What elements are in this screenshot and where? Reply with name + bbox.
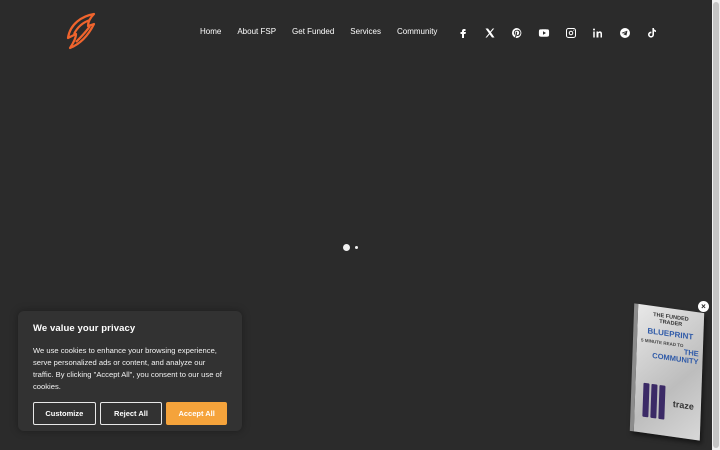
main-nav: Home About FSP Get Funded Services Commu… xyxy=(200,27,453,36)
linkedin-icon[interactable] xyxy=(591,26,604,39)
carousel-dot-active[interactable] xyxy=(343,244,350,251)
nav-services[interactable]: Services xyxy=(350,27,381,36)
logo[interactable] xyxy=(64,12,100,50)
logo-icon xyxy=(66,12,96,50)
cookie-banner: We value your privacy We use cookies to … xyxy=(18,311,242,431)
facebook-icon[interactable] xyxy=(456,26,469,39)
cookie-buttons: Customize Reject All Accept All xyxy=(33,402,228,425)
telegram-icon[interactable] xyxy=(618,26,631,39)
ebook-phones-illustration xyxy=(642,382,666,422)
ebook-popup[interactable]: THE FUNDED TRADER BLUEPRINT 5 MINUTE REA… xyxy=(628,300,712,441)
tiktok-icon[interactable] xyxy=(645,26,658,39)
ebook-cover[interactable]: THE FUNDED TRADER BLUEPRINT 5 MINUTE REA… xyxy=(629,303,705,441)
scrollbar-thumb[interactable] xyxy=(713,2,719,448)
accept-all-button[interactable]: Accept All xyxy=(166,402,228,425)
close-popup-button[interactable]: × xyxy=(698,301,709,312)
x-icon[interactable] xyxy=(483,26,496,39)
youtube-icon[interactable] xyxy=(537,26,550,39)
instagram-icon[interactable] xyxy=(564,26,577,39)
scrollbar[interactable] xyxy=(712,0,720,450)
nav-about-fsp[interactable]: About FSP xyxy=(237,27,276,36)
ebook-brand: traze xyxy=(672,398,695,412)
customize-button[interactable]: Customize xyxy=(33,402,96,425)
social-links xyxy=(456,26,672,39)
carousel-dot[interactable] xyxy=(355,246,358,249)
close-icon: × xyxy=(701,301,706,311)
nav-home[interactable]: Home xyxy=(200,27,221,36)
cookie-text: We use cookies to enhance your browsing … xyxy=(33,346,222,391)
nav-community[interactable]: Community xyxy=(397,27,437,36)
carousel-dots xyxy=(343,244,358,251)
nav-get-funded[interactable]: Get Funded xyxy=(292,27,334,36)
reject-all-button[interactable]: Reject All xyxy=(99,402,163,425)
cookie-title: We value your privacy xyxy=(33,323,136,334)
pinterest-icon[interactable] xyxy=(510,26,523,39)
